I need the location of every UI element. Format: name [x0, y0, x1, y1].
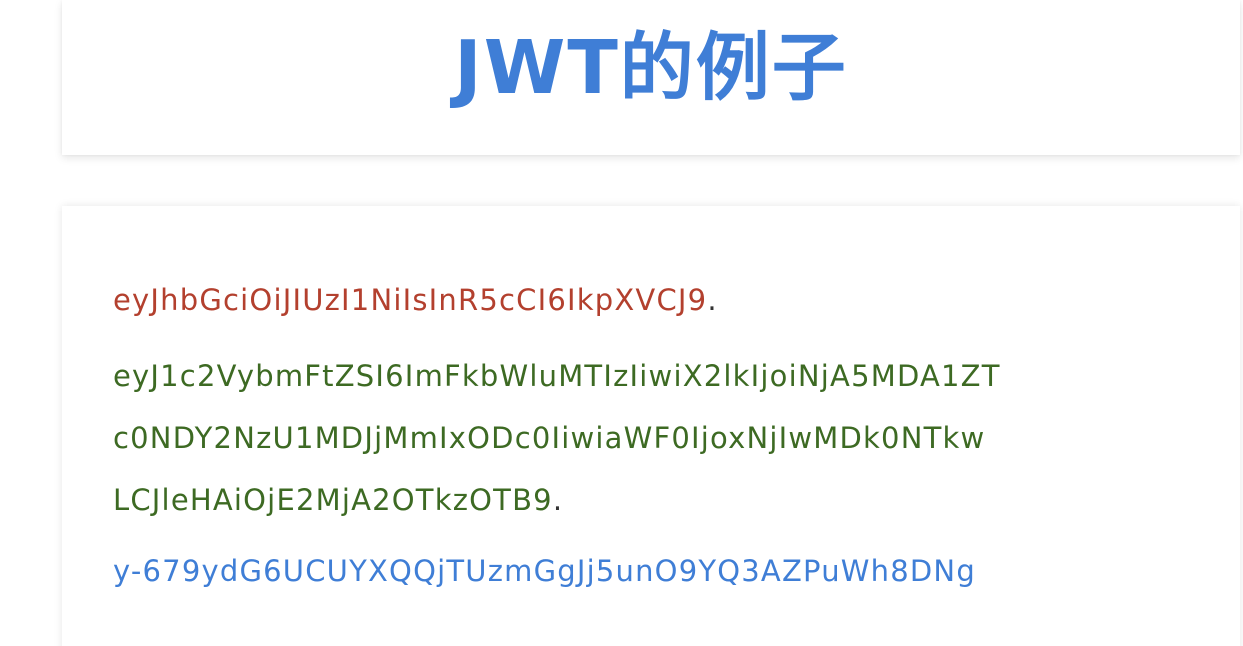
jwt-payload-part-3: LCJleHAiOjE2MjA2OTkzOTB9 — [113, 483, 553, 517]
jwt-payload-line-2: c0NDY2NzU1MDJjMmIxODc0IiwiaWF0IjoxNjIwMD… — [113, 424, 985, 453]
jwt-payload-part-2: c0NDY2NzU1MDJjMmIxODc0IiwiaWF0IjoxNjIwMD… — [113, 421, 986, 455]
page-title: JWT的例子 — [454, 24, 848, 111]
jwt-separator-2: . — [552, 483, 564, 517]
jwt-signature: y-679ydG6UCUYXQQjTUzmGgJj5unO9YQ3AZPuWh8… — [113, 554, 976, 588]
jwt-header-line: eyJhbGciOiJIUzI1NiIsInR5cCI6IkpXVCJ9. — [113, 286, 718, 315]
jwt-payload-line-3: LCJleHAiOjE2MjA2OTkzOTB9. — [113, 486, 563, 515]
jwt-payload-line-1: eyJ1c2VybmFtZSI6ImFkbWluMTIzIiwiX2lkIjoi… — [113, 362, 1001, 391]
jwt-header: eyJhbGciOiJIUzI1NiIsInR5cCI6IkpXVCJ9 — [113, 283, 708, 317]
jwt-payload-part-1: eyJ1c2VybmFtZSI6ImFkbWluMTIzIiwiX2lkIjoi… — [113, 359, 1001, 393]
jwt-signature-line: y-679ydG6UCUYXQQjTUzmGgJj5unO9YQ3AZPuWh8… — [113, 557, 976, 586]
jwt-separator-1: . — [707, 283, 718, 317]
title-card: JWT的例子 — [62, 0, 1240, 155]
